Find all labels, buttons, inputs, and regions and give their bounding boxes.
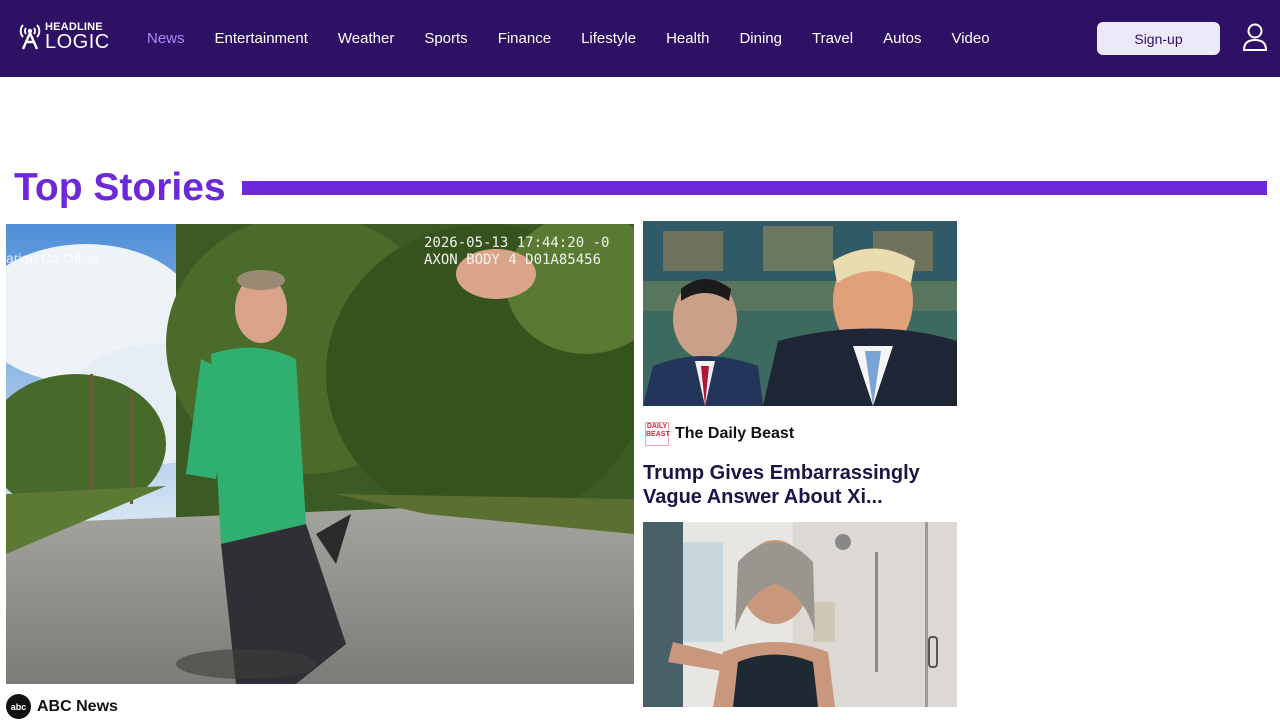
nav-item-news[interactable]: News bbox=[147, 30, 185, 47]
user-icon[interactable] bbox=[1242, 22, 1268, 52]
nav-item-autos[interactable]: Autos bbox=[883, 30, 921, 47]
abc-news-logo: abc bbox=[6, 694, 31, 719]
logo-text-logic: LOGIC bbox=[45, 31, 110, 53]
nav-item-travel[interactable]: Travel bbox=[812, 30, 853, 47]
nav-item-entertainment[interactable]: Entertainment bbox=[215, 30, 308, 47]
hero-source-name: ABC News bbox=[37, 697, 118, 715]
video-watermark: arion Co Office bbox=[6, 250, 100, 266]
bodycam-device-id: AXON BODY 4 D01A85456 bbox=[424, 252, 602, 268]
headline-logic-logo[interactable]: HEADLINE LOGIC bbox=[18, 20, 110, 54]
main-nav: News Entertainment Weather Sports Financ… bbox=[147, 0, 1020, 77]
nav-item-lifestyle[interactable]: Lifestyle bbox=[581, 30, 636, 47]
nav-item-sports[interactable]: Sports bbox=[424, 30, 467, 47]
nav-item-dining[interactable]: Dining bbox=[739, 30, 782, 47]
nav-item-weather[interactable]: Weather bbox=[338, 30, 394, 47]
bodycam-photo bbox=[6, 224, 634, 684]
trump-xi-photo bbox=[643, 221, 957, 406]
daily-beast-logo: DAILY BEAST bbox=[645, 422, 670, 446]
nav-item-video[interactable]: Video bbox=[951, 30, 989, 47]
bodycam-timestamp: 2026-05-13 17:44:20 -0 bbox=[424, 235, 610, 251]
nav-item-health[interactable]: Health bbox=[666, 30, 709, 47]
hero-source[interactable]: abc ABC News bbox=[6, 694, 118, 719]
signup-button[interactable]: Sign-up bbox=[1097, 22, 1220, 55]
story-source[interactable]: DAILY BEAST The Daily Beast bbox=[645, 422, 794, 446]
shower-photo bbox=[643, 522, 957, 707]
nav-item-finance[interactable]: Finance bbox=[498, 30, 551, 47]
hero-story-image[interactable]: arion Co Office 2026-05-13 17:44:20 -0 A… bbox=[6, 224, 634, 684]
story-source-name: The Daily Beast bbox=[675, 425, 795, 442]
top-navigation-bar: HEADLINE LOGIC News Entertainment Weathe… bbox=[0, 0, 1280, 77]
story-image-shower[interactable] bbox=[643, 522, 957, 707]
section-title-top-stories: Top Stories bbox=[14, 166, 226, 209]
story-image-trump-xi[interactable] bbox=[643, 221, 957, 406]
story-headline[interactable]: Trump Gives Embarrassingly Vague Answer … bbox=[643, 461, 957, 509]
radio-tower-icon bbox=[19, 24, 41, 50]
section-title-rule bbox=[242, 181, 1267, 195]
